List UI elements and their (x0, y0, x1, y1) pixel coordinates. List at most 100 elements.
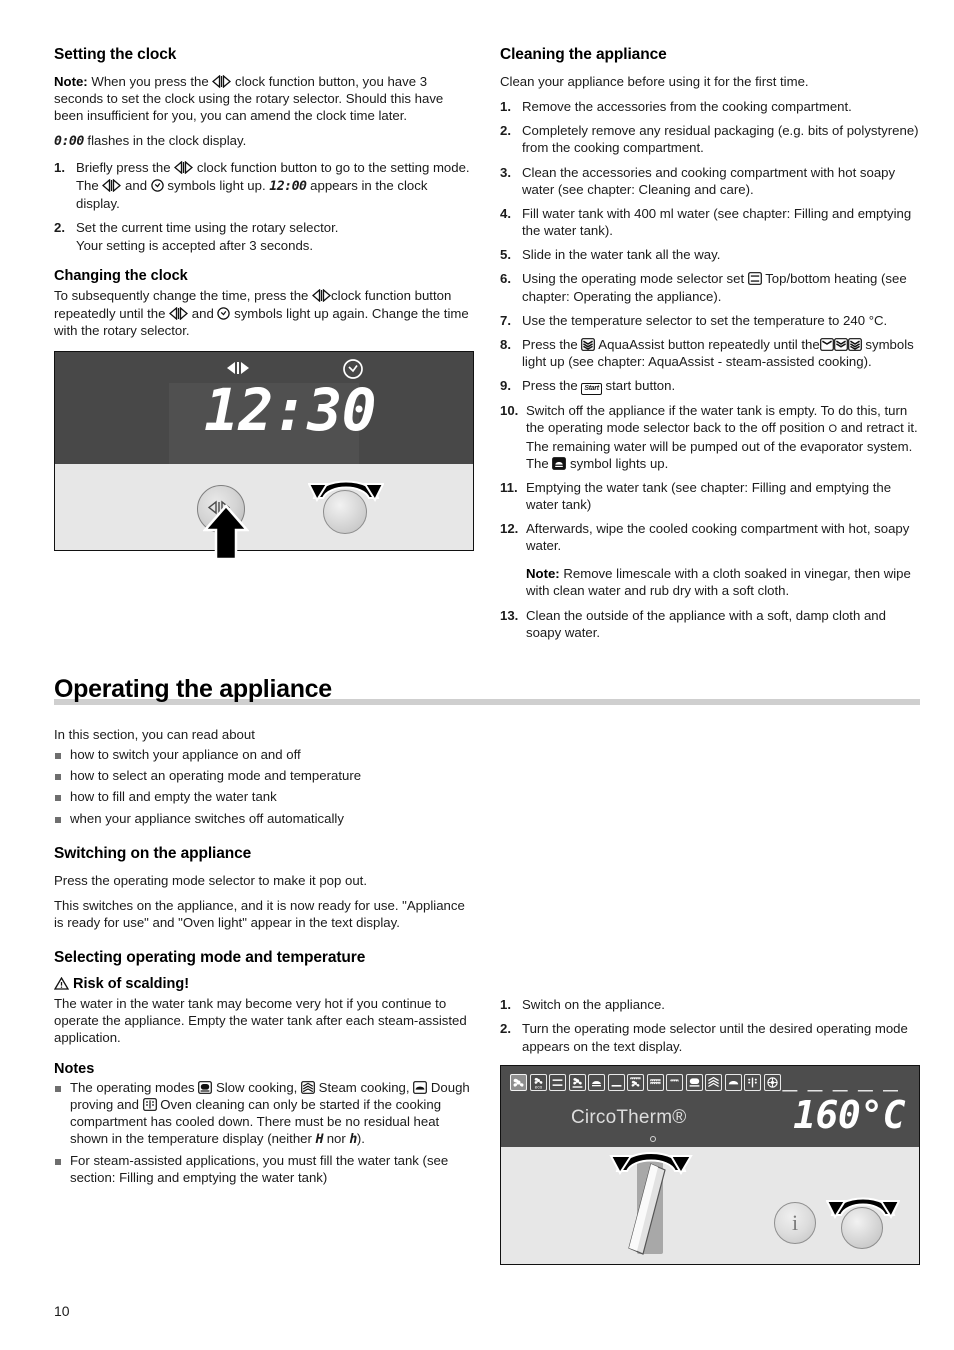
cleaning-step-2: 2. Completely remove any residual packagi… (500, 122, 920, 156)
step-text: Set the current time using the rotary se… (76, 220, 339, 236)
step-number: 11. (500, 479, 518, 495)
operating-step-1: 1. Switch on the appliance. (500, 996, 920, 1013)
clock-step-1: 1. Briefly press the clock function butto… (54, 159, 474, 212)
step-text: Switch on the appliance. (522, 997, 665, 1013)
step-number: 13. (500, 607, 519, 623)
defrost-icon[interactable] (763, 1073, 781, 1091)
warning-heading: Risk of scalding! (53, 976, 474, 993)
dough-proving-icon (413, 1080, 428, 1094)
clock-function-arrows-icon (312, 289, 332, 303)
rotate-arrow-indicator (308, 480, 384, 502)
oven-cleaning-icon[interactable] (744, 1073, 761, 1091)
residual-heat-h: h (349, 1132, 357, 1148)
full-grill-circo-icon[interactable] (627, 1073, 644, 1091)
switching-on-p1: Press the operating mode selector to mak… (54, 872, 368, 888)
note-item-operating-modes: The operating modes Slow cooking, Steam … (54, 1079, 474, 1149)
circotherm-eco-icon[interactable]: eco (529, 1073, 547, 1091)
cleaning-step-7: 7. Use the temperature selector to set th… (500, 312, 920, 329)
step-text-a: Using the operating mode selector set (522, 271, 748, 287)
step-text: Emptying the water tank (see chapter: Fi… (526, 479, 892, 513)
step-text-b: clock function button to go to the setti… (193, 159, 470, 175)
clock-symbol-icon (151, 179, 164, 192)
chg-a: To subsequently change the time, press t… (54, 288, 313, 304)
cleaning-step-11: 11. Emptying the water tank (see chapter:… (500, 479, 920, 513)
cleaning-step-10-sub: The remaining water will be pumped out o… (526, 438, 920, 472)
aquaassist-level-2-icon (833, 337, 848, 351)
rotate-arrow-indicator (609, 1151, 693, 1175)
step-number: 1. (54, 159, 65, 175)
clock-step-2: 2. Set the current time using the rotary … (54, 219, 474, 254)
step-number: 5. (500, 247, 511, 263)
sub-display-value: 12:00 (269, 178, 307, 194)
sub-c: symbols light up. (163, 177, 270, 193)
step-number: 8. (500, 336, 511, 352)
step-text: Slide in the water tank all the way. (522, 247, 721, 263)
notes-heading: Notes (54, 1060, 95, 1077)
step-number: 7. (500, 312, 511, 328)
step-text-a: Briefly press the (76, 159, 175, 175)
start-button-icon: Start (581, 383, 602, 396)
operating-intro: In this section, you can read about (54, 726, 255, 742)
note-label: Note: (54, 74, 88, 89)
rotate-arrow-indicator (826, 1197, 900, 1219)
base-heat-icon[interactable] (607, 1073, 625, 1091)
step-number: 10. (500, 403, 519, 419)
heading-changing-the-clock: Changing the clock (54, 268, 188, 285)
panel-mode-text: CircoTherm® (571, 1106, 687, 1128)
bottom-heating-icon[interactable] (588, 1073, 605, 1091)
heading-cleaning-the-appliance: Cleaning the appliance (500, 46, 667, 63)
step-text: Completely remove any residual packaging… (522, 123, 919, 156)
step-text: Fill water tank with 400 ml water (see c… (522, 205, 912, 239)
slow-cooking-icon[interactable] (685, 1073, 703, 1091)
step-text: Clean the outside of the appliance with … (526, 607, 886, 641)
steam-cooking-icon[interactable] (705, 1073, 722, 1091)
step-number: 12. (500, 521, 519, 537)
list-item: how to select an operating mode and temp… (54, 767, 474, 784)
n1b: Slow cooking, (212, 1079, 301, 1095)
residual-heat-H: H (315, 1132, 324, 1148)
control-panel-figure: eco CircoTherm® — — — — — 160°C i (500, 1064, 920, 1265)
aquaassist-icon (581, 337, 596, 351)
warning-label: Risk of scalding! (73, 976, 190, 993)
clock-note-paragraph: Note: When you press the clock function … (54, 73, 474, 124)
cleaning-step-6: 6. Using the operating mode selector set … (500, 270, 920, 304)
step-number: 6. (500, 271, 511, 287)
cleaning-intro: Clean your appliance before using it for… (500, 74, 809, 89)
half-grill-icon[interactable] (666, 1073, 683, 1091)
notes-list: The operating modes Slow cooking, Steam … (54, 1079, 474, 1187)
list-item: when your appliance switches off automat… (54, 810, 474, 827)
info-button[interactable]: i (774, 1201, 816, 1244)
step-number: 3. (500, 164, 511, 180)
dough-proving-icon[interactable] (724, 1073, 742, 1091)
cleaning-step-5: 5. Slide in the water tank all the way. (500, 246, 920, 263)
step-text: Use the temperature selector to set the … (522, 312, 888, 328)
step-number: 4. (500, 205, 511, 221)
circotherm-intensive-icon[interactable] (568, 1073, 586, 1091)
operating-step-2: 2. Turn the operating mode selector until… (500, 1020, 920, 1054)
heading-operating-the-appliance: Operating the appliance (54, 674, 332, 703)
full-grill-icon[interactable] (646, 1073, 664, 1091)
note-text-a: When you press the (87, 74, 213, 89)
clock-function-arrows-icon (212, 75, 232, 88)
cleaning-step-1: 1. Remove the accessories from the cookin… (500, 98, 920, 115)
note-label: Note: (526, 565, 560, 581)
step-text: Remove the accessories from the cooking … (522, 99, 852, 115)
flash-display-paragraph: 0:00 flashes in the clock display. (54, 132, 474, 150)
off-position-symbol: O (828, 423, 838, 436)
right-column: Cleaning the appliance Clean your applia… (500, 46, 920, 1265)
step-number: 2. (500, 1021, 511, 1037)
display-light-area (55, 463, 473, 550)
operating-bullet-list: how to switch your appliance on and off … (54, 746, 474, 827)
clock-function-arrows-icon (169, 306, 189, 320)
step-number: 9. (500, 378, 511, 394)
changing-clock-paragraph: To subsequently change the time, press t… (54, 287, 474, 338)
switching-on-p2: This switches on the appliance, and it i… (54, 897, 465, 930)
list-item: how to switch your appliance on and off (54, 746, 474, 763)
top-bottom-heating-icon[interactable] (549, 1073, 566, 1091)
flash-text: flashes in the clock display. (83, 133, 247, 149)
sub-a: The (76, 177, 103, 193)
clock-display-figure: 12:30 (54, 350, 474, 560)
circotherm-icon[interactable] (510, 1073, 527, 1091)
n1g: ). (356, 1131, 365, 1147)
clock-display-time: 12:30 (203, 375, 377, 444)
